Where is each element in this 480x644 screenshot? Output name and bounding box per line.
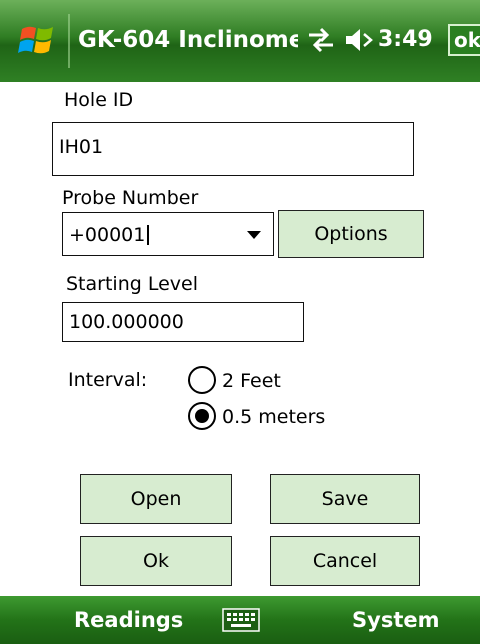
options-button[interactable]: Options	[278, 210, 424, 258]
speaker-icon[interactable]	[344, 24, 374, 56]
radio-label-2-feet: 2 Feet	[222, 370, 281, 392]
radio-option-2-feet[interactable]: 2 Feet	[188, 366, 328, 396]
chevron-down-icon[interactable]	[247, 231, 261, 239]
title-bar: GK-604 Inclinometer 3:49 ok	[0, 0, 480, 82]
probe-number-dropdown[interactable]: +00001	[62, 212, 274, 256]
ok-button[interactable]: Ok	[80, 536, 232, 586]
starting-level-field[interactable]: 100.000000	[62, 302, 304, 342]
windows-flag-icon[interactable]	[18, 20, 58, 60]
readings-softkey[interactable]: Readings	[74, 606, 183, 634]
connectivity-arrows-icon[interactable]	[305, 24, 337, 56]
radio-button-unselected[interactable]	[188, 366, 216, 394]
radio-selected-dot	[195, 409, 209, 423]
system-softkey[interactable]: System	[352, 606, 439, 634]
hole-id-field[interactable]: IH01	[52, 122, 414, 176]
interval-radio-group: 2 Feet 0.5 meters	[188, 366, 388, 436]
open-button[interactable]: Open	[80, 474, 232, 524]
interval-label: Interval:	[68, 369, 148, 391]
title-separator	[68, 14, 70, 68]
keyboard-icon[interactable]	[222, 608, 260, 632]
menu-bar: Readings System	[0, 596, 480, 644]
probe-number-value: +00001	[69, 224, 146, 246]
text-caret	[147, 225, 149, 245]
app-title: GK-604 Inclinometer	[78, 27, 298, 53]
cancel-button[interactable]: Cancel	[270, 536, 420, 586]
starting-level-label: Starting Level	[66, 273, 198, 295]
probe-number-label: Probe Number	[62, 187, 199, 209]
radio-option-0-5-meters[interactable]: 0.5 meters	[188, 402, 348, 432]
clock: 3:49	[378, 27, 433, 52]
save-button[interactable]: Save	[270, 474, 420, 524]
hole-id-label: Hole ID	[64, 89, 134, 111]
title-ok-button[interactable]: ok	[448, 24, 480, 56]
radio-button-selected[interactable]	[188, 402, 216, 430]
radio-label-0-5-meters: 0.5 meters	[222, 406, 326, 428]
